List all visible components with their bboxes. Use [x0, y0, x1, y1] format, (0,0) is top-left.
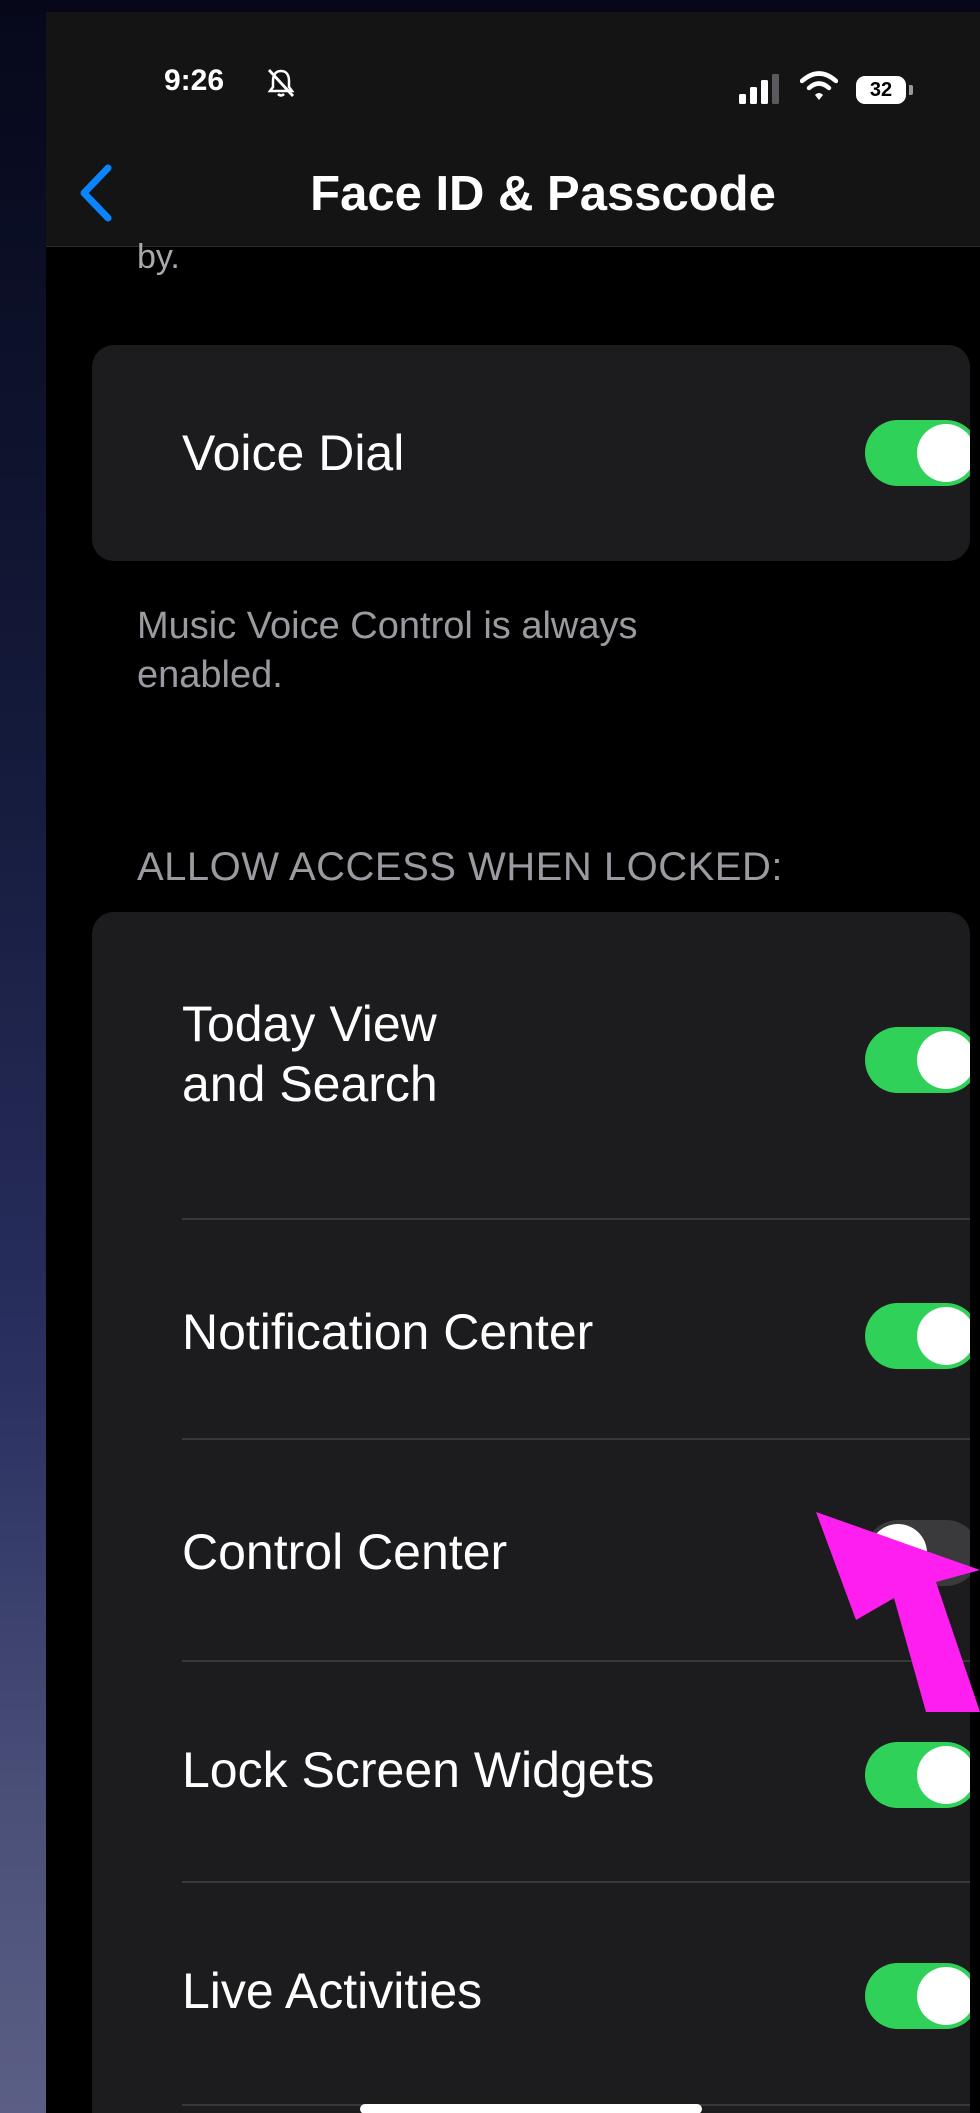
voice-footer-text: Music Voice Control is always enabled. [137, 605, 638, 697]
cellular-signal-icon [739, 74, 779, 104]
notification-center-label: Notification Center [182, 1304, 594, 1360]
today-view-label: Today View and Search [182, 996, 438, 1112]
voice-dial-row: Voice Dial [92, 345, 970, 561]
wifi-icon [800, 71, 838, 100]
voice-dial-toggle[interactable] [865, 420, 970, 486]
battery-icon: 32 [856, 76, 913, 104]
live-activities-label: Live Activities [182, 1963, 483, 2019]
lock-screen-widgets-label: Lock Screen Widgets [182, 1742, 655, 1798]
live-activities-toggle[interactable] [865, 1963, 970, 2029]
truncated-footer-text: by. [137, 238, 180, 276]
home-indicator [360, 2104, 702, 2113]
voice-dial-label: Voice Dial [182, 425, 405, 481]
bell-slash-icon [267, 69, 295, 97]
status-time: 9:26 [164, 64, 225, 97]
navigation-bar: Face ID & Passcode [46, 142, 980, 247]
notification-center-toggle[interactable] [865, 1303, 970, 1369]
lock-screen-widgets-toggle[interactable] [865, 1742, 970, 1808]
phone-screen: 9:26 32 Face ID & Passcode by. Voice Dia… [46, 12, 980, 2113]
voice-dial-group: Voice Dial [92, 345, 970, 561]
page-title: Face ID & Passcode [310, 167, 776, 221]
live-activities-row: Live Activities [92, 1883, 970, 2103]
notification-center-row: Notification Center [92, 1220, 970, 1440]
today-view-row: Today View and Search [92, 912, 970, 1208]
today-view-toggle[interactable] [865, 1027, 970, 1093]
control-center-label: Control Center [182, 1524, 508, 1580]
annotation-arrow [816, 1512, 980, 1712]
section-header-locked: ALLOW ACCESS WHEN LOCKED: [137, 845, 783, 889]
